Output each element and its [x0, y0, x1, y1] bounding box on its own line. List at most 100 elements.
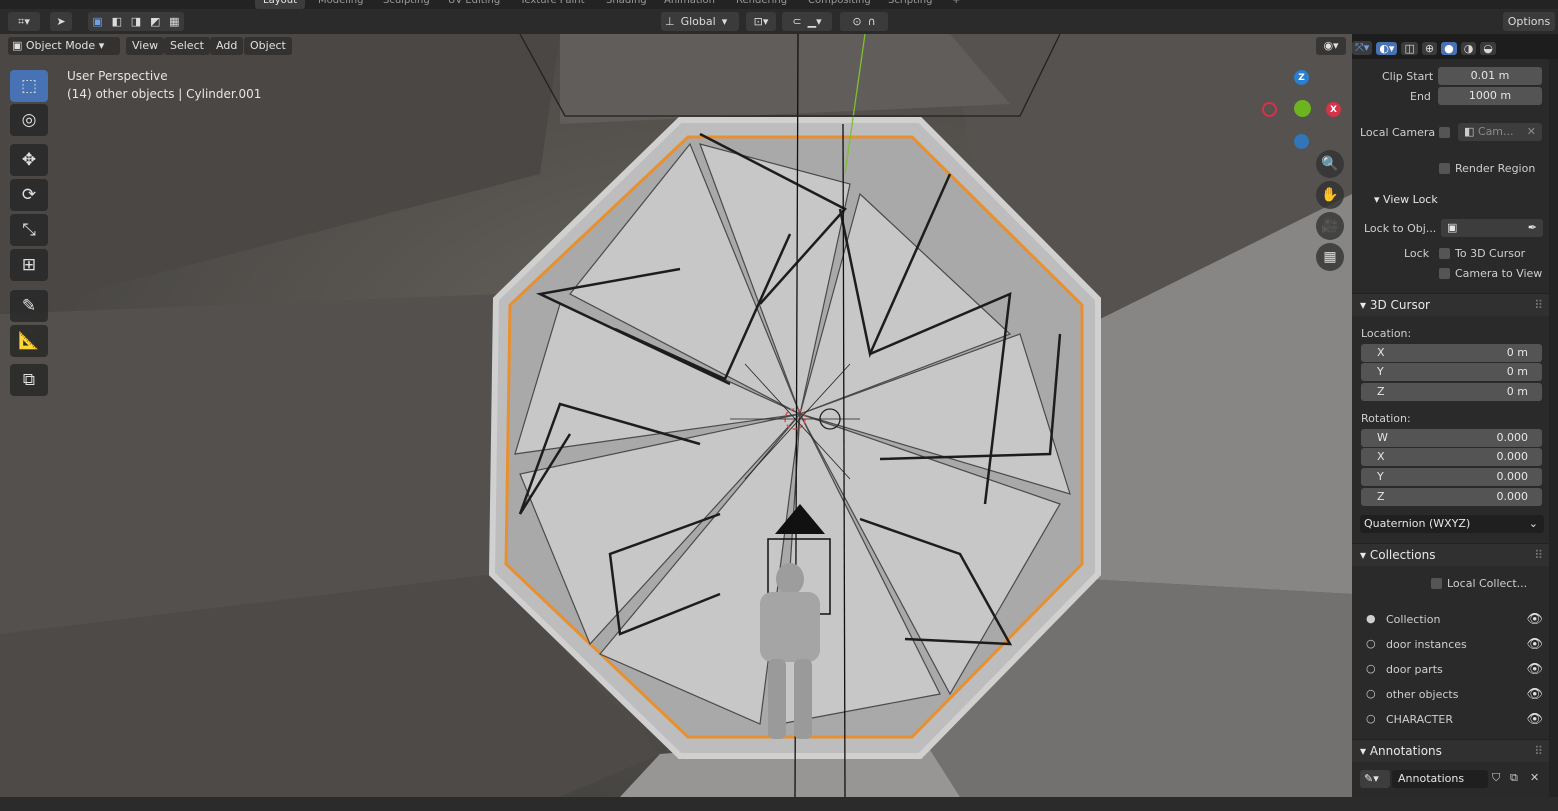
add-cube-tool[interactable]: ⧉	[10, 364, 48, 396]
3d-cursor-section-header[interactable]: ▾ 3D Cursor ⠿	[1352, 293, 1549, 316]
fake-user-icon[interactable]: ⛉	[1492, 771, 1500, 785]
tab-texture-paint[interactable]: Texture Paint	[512, 0, 593, 9]
transform-orientation-dropdown[interactable]: ⊥ Global ▾	[661, 12, 739, 31]
render-region-checkbox[interactable]	[1439, 163, 1450, 174]
tab-add[interactable]: +	[944, 0, 968, 9]
overlay-toggle-icon[interactable]: ◐▾	[1376, 41, 1398, 55]
local-collections-checkbox[interactable]	[1431, 578, 1442, 589]
clip-end-field[interactable]: 1000 m	[1438, 87, 1542, 105]
clip-start-field[interactable]: 0.01 m	[1438, 67, 1542, 85]
rotate-tool[interactable]: ⟳	[10, 179, 48, 211]
ortho-toggle-button[interactable]: ▦	[1316, 243, 1344, 271]
options-button[interactable]: Options	[1503, 12, 1555, 31]
list-item[interactable]: ○ door instances 👁	[1352, 637, 1549, 655]
location-z-field[interactable]: Z 0 m	[1361, 383, 1542, 401]
camera-to-view-checkbox[interactable]	[1439, 268, 1450, 279]
duplicate-icon[interactable]: ⧉	[1510, 771, 1518, 785]
view-lock-header[interactable]: ▾ View Lock	[1374, 193, 1438, 206]
rotation-mode-dropdown[interactable]: Quaternion (WXYZ) ⌄	[1360, 515, 1544, 533]
transform-tool[interactable]: ⊞	[10, 249, 48, 281]
pan-button[interactable]: ✋	[1316, 181, 1344, 209]
list-item[interactable]: ○ door parts 👁	[1352, 662, 1549, 680]
clear-icon[interactable]: ✕	[1527, 123, 1536, 141]
tab-layout[interactable]: Layout	[255, 0, 305, 9]
list-item[interactable]: ● Collection 👁	[1352, 612, 1549, 630]
snapping-group[interactable]: ⊂ ▁▾	[782, 12, 832, 31]
wireframe-shading-icon[interactable]: ⊕	[1421, 41, 1438, 55]
axis-value: 0 m	[1506, 385, 1528, 398]
axis-value: 0.000	[1496, 450, 1529, 463]
gizmo-toggle-icon[interactable]: ⤧▾	[1352, 41, 1373, 55]
to-3d-cursor-checkbox[interactable]	[1439, 248, 1450, 259]
tab-scripting[interactable]: Scripting	[880, 0, 940, 9]
local-camera-checkbox[interactable]	[1439, 127, 1450, 138]
tab-shading[interactable]: Shading	[598, 0, 655, 9]
cursor-tool[interactable]: ◎	[10, 104, 48, 136]
annotation-pen-icon: ✎▾	[1364, 772, 1379, 785]
menu-add[interactable]: Add	[210, 37, 244, 55]
sidebar-tabs-strip[interactable]	[1549, 59, 1558, 797]
drag-handle-icon[interactable]: ⠿	[1534, 740, 1543, 762]
menu-view[interactable]: View	[126, 37, 165, 55]
close-icon[interactable]: ✕	[1530, 771, 1539, 784]
move-tool[interactable]: ✥	[10, 144, 48, 176]
axis-label: X	[1377, 346, 1385, 359]
eye-icon[interactable]: 👁	[1526, 612, 1543, 627]
tab-compositing[interactable]: Compositing	[800, 0, 879, 9]
tab-modeling[interactable]: Modeling	[310, 0, 372, 9]
drag-handle-icon[interactable]: ⠿	[1534, 544, 1543, 566]
collections-section-header[interactable]: ▾ Collections ⠿	[1352, 543, 1549, 566]
eye-icon[interactable]: 👁	[1526, 687, 1543, 702]
select-box-tool[interactable]: ⬚	[10, 70, 48, 102]
annotations-name-field[interactable]: Annotations	[1392, 770, 1488, 788]
gizmo-x-axis[interactable]: X	[1326, 102, 1341, 117]
eye-icon[interactable]: 👁	[1526, 712, 1543, 727]
zoom-button[interactable]: 🔍	[1316, 150, 1344, 178]
local-camera-field[interactable]: ◧ Cam... ✕	[1458, 123, 1542, 141]
tab-rendering[interactable]: Rendering	[728, 0, 795, 9]
rotation-w-field[interactable]: W 0.000	[1361, 429, 1542, 447]
eye-icon[interactable]: 👁	[1526, 637, 1543, 652]
selection-mode-group[interactable]: ▣ ◧ ◨ ◩ ▦	[88, 12, 184, 31]
tab-animation[interactable]: Animation	[656, 0, 723, 9]
location-x-field[interactable]: X 0 m	[1361, 344, 1542, 362]
zoom-icon: 🔍	[1321, 156, 1339, 172]
collection-dot-icon: ○	[1366, 687, 1376, 700]
menu-object[interactable]: Object	[244, 37, 292, 55]
list-item[interactable]: ○ CHARACTER 👁	[1352, 712, 1549, 730]
pivot-point-dropdown[interactable]: ⊡▾	[746, 12, 776, 31]
solid-shading-icon[interactable]: ●	[1441, 41, 1457, 55]
3d-viewport[interactable]: ▣ Object Mode ▾ View Select Add Object ◉…	[0, 34, 1352, 797]
eye-icon[interactable]: 👁	[1526, 662, 1543, 677]
material-shading-icon[interactable]: ◑	[1460, 41, 1477, 55]
visibility-dropdown[interactable]: ◉▾	[1316, 37, 1346, 55]
measure-tool[interactable]: 📐	[10, 325, 48, 357]
tab-sculpting[interactable]: Sculpting	[375, 0, 438, 9]
object-mode-dropdown[interactable]: ▣ Object Mode ▾	[8, 37, 120, 55]
list-item[interactable]: ○ other objects 👁	[1352, 687, 1549, 705]
menu-select[interactable]: Select	[164, 37, 210, 55]
lock-to-object-field[interactable]: ▣ ✒	[1441, 219, 1543, 237]
gizmo-z-axis[interactable]: Z	[1294, 70, 1309, 85]
select-tool-button[interactable]: ➤	[50, 12, 72, 31]
camera-view-button[interactable]: 🎥	[1316, 212, 1344, 240]
drag-handle-icon[interactable]: ⠿	[1534, 294, 1543, 316]
annotate-tool[interactable]: ✎	[10, 290, 48, 322]
proportional-editing-group[interactable]: ⊙ ∩	[840, 12, 888, 31]
location-y-field[interactable]: Y 0 m	[1361, 363, 1542, 381]
tab-uv-editing[interactable]: UV Editing	[440, 0, 508, 9]
editor-type-button[interactable]: ⌗▾	[8, 12, 40, 31]
rotation-y-field[interactable]: Y 0.000	[1361, 468, 1542, 486]
rendered-shading-icon[interactable]: ◒	[1480, 41, 1496, 55]
xray-toggle-icon[interactable]: ◫	[1401, 41, 1418, 55]
gizmo-y-axis[interactable]	[1294, 100, 1311, 117]
annotations-section-header[interactable]: ▾ Annotations ⠿	[1352, 739, 1549, 762]
scale-tool[interactable]: ⤡	[10, 214, 48, 246]
eyedropper-icon[interactable]: ✒	[1528, 219, 1537, 237]
select-subtract-icon: ◨	[130, 15, 142, 28]
rotation-x-field[interactable]: X 0.000	[1361, 448, 1542, 466]
annotation-type-dropdown[interactable]: ✎▾	[1360, 770, 1390, 788]
rotation-z-field[interactable]: Z 0.000	[1361, 488, 1542, 506]
gizmo-neg-z-axis[interactable]	[1294, 134, 1309, 149]
gizmo-neg-x-axis[interactable]	[1262, 102, 1277, 117]
